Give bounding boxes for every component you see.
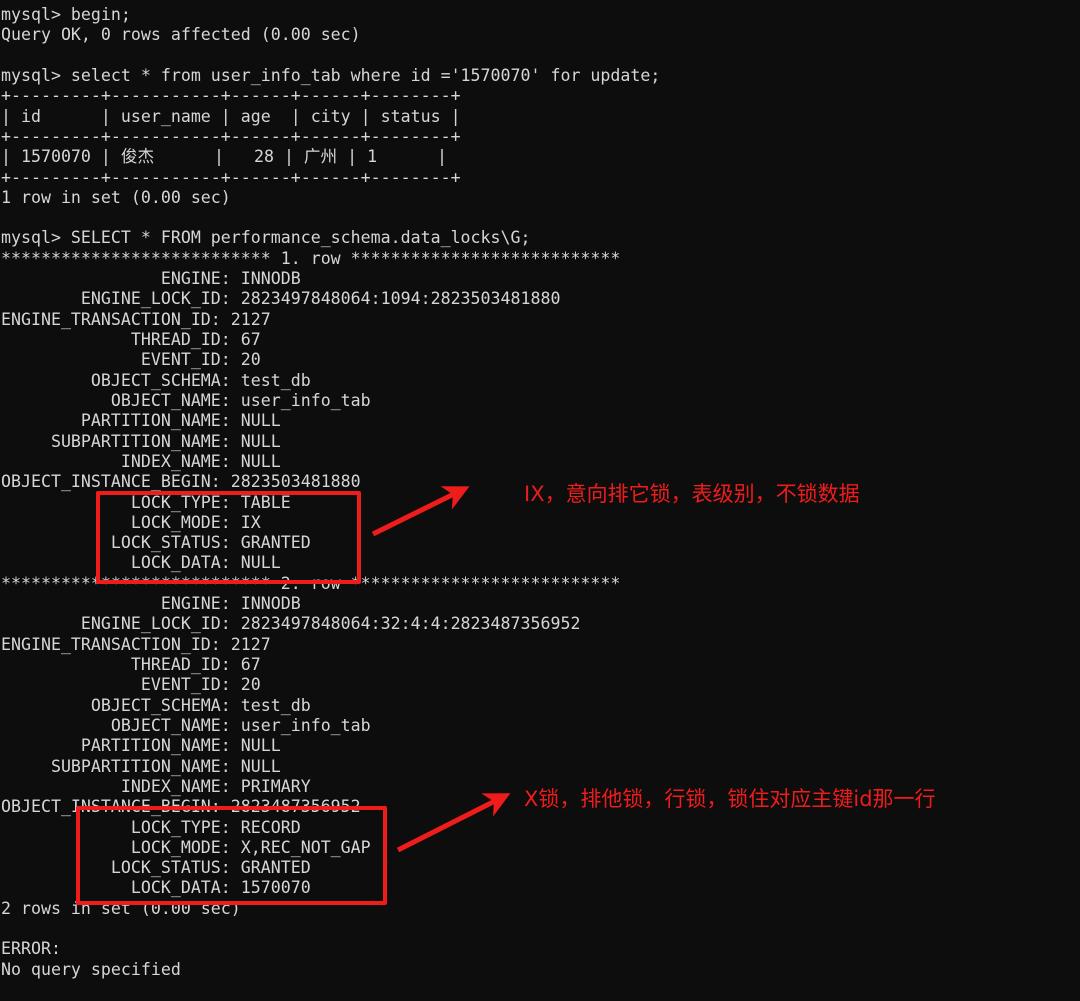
terminal-output: mysql> begin; Query OK, 0 rows affected … (1, 5, 661, 979)
terminal-window[interactable]: mysql> begin; Query OK, 0 rows affected … (0, 0, 1080, 1001)
